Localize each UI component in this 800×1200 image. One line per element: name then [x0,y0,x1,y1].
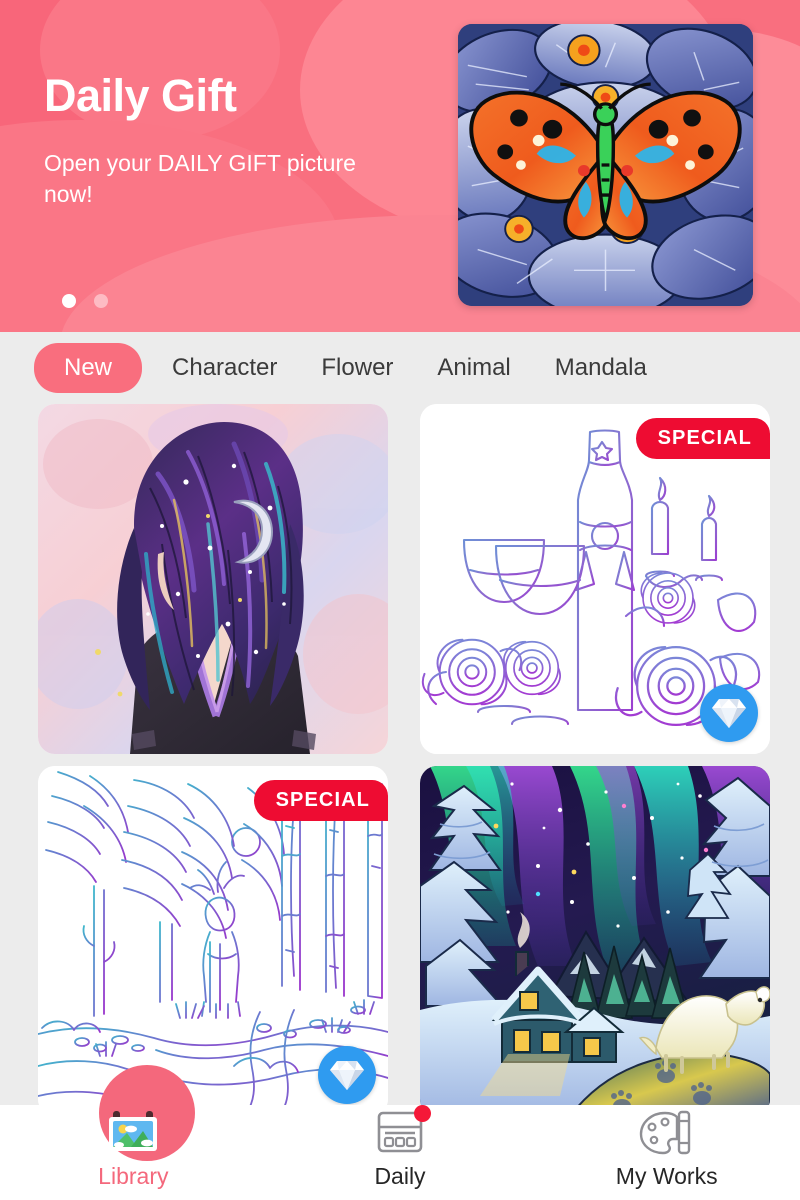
notification-badge-dot [414,1105,431,1122]
artwork-card-forest-lineart[interactable]: SPECIAL [38,766,388,1116]
nav-item-daily[interactable]: Daily [267,1105,534,1200]
nav-item-library[interactable]: Library [0,1065,267,1200]
pagination-dot-2[interactable] [94,294,108,308]
nav-label-library: Library [98,1163,169,1189]
banner-subtitle: Open your DAILY GIFT picture now! [44,150,356,207]
tab-animal[interactable]: Animal [415,354,532,382]
tab-mandala[interactable]: Mandala [533,354,669,382]
artwork-thumbnail [420,766,770,1116]
palette-brush-icon [635,1107,699,1159]
banner-artwork-butterfly[interactable] [458,24,753,306]
nav-label-my-works: My Works [615,1163,718,1189]
calendar-icon [368,1105,432,1159]
diamond-icon[interactable] [700,684,758,742]
special-badge: SPECIAL [253,780,388,821]
pagination-dot-1[interactable] [62,294,76,308]
special-badge: SPECIAL [635,418,770,459]
photo-gallery-icon [99,1065,196,1161]
bottom-navigation[interactable]: Library Daily My Works [0,1065,800,1200]
page-title: Daily Gift [44,70,237,121]
nav-label-daily: Daily [374,1163,426,1189]
banner-pagination[interactable] [62,294,108,308]
tab-new[interactable]: New [34,343,143,393]
nav-item-my-works[interactable]: My Works [533,1105,800,1200]
artwork-grid: SPECIAL SPECIAL [0,404,800,1116]
daily-gift-banner[interactable]: Daily Gift Open your DAILY GIFT picture … [0,0,800,332]
artwork-thumbnail [38,404,388,754]
artwork-card-galaxy-hair-girl[interactable] [38,404,388,754]
diamond-icon[interactable] [318,1046,376,1104]
category-tabs[interactable]: New Character Flower Animal Mandala [0,332,800,404]
artwork-card-champagne-lineart[interactable]: SPECIAL [420,404,770,754]
tab-character[interactable]: Character [150,354,299,382]
tab-flower[interactable]: Flower [299,354,415,382]
artwork-card-aurora-polar-bear[interactable] [420,766,770,1116]
